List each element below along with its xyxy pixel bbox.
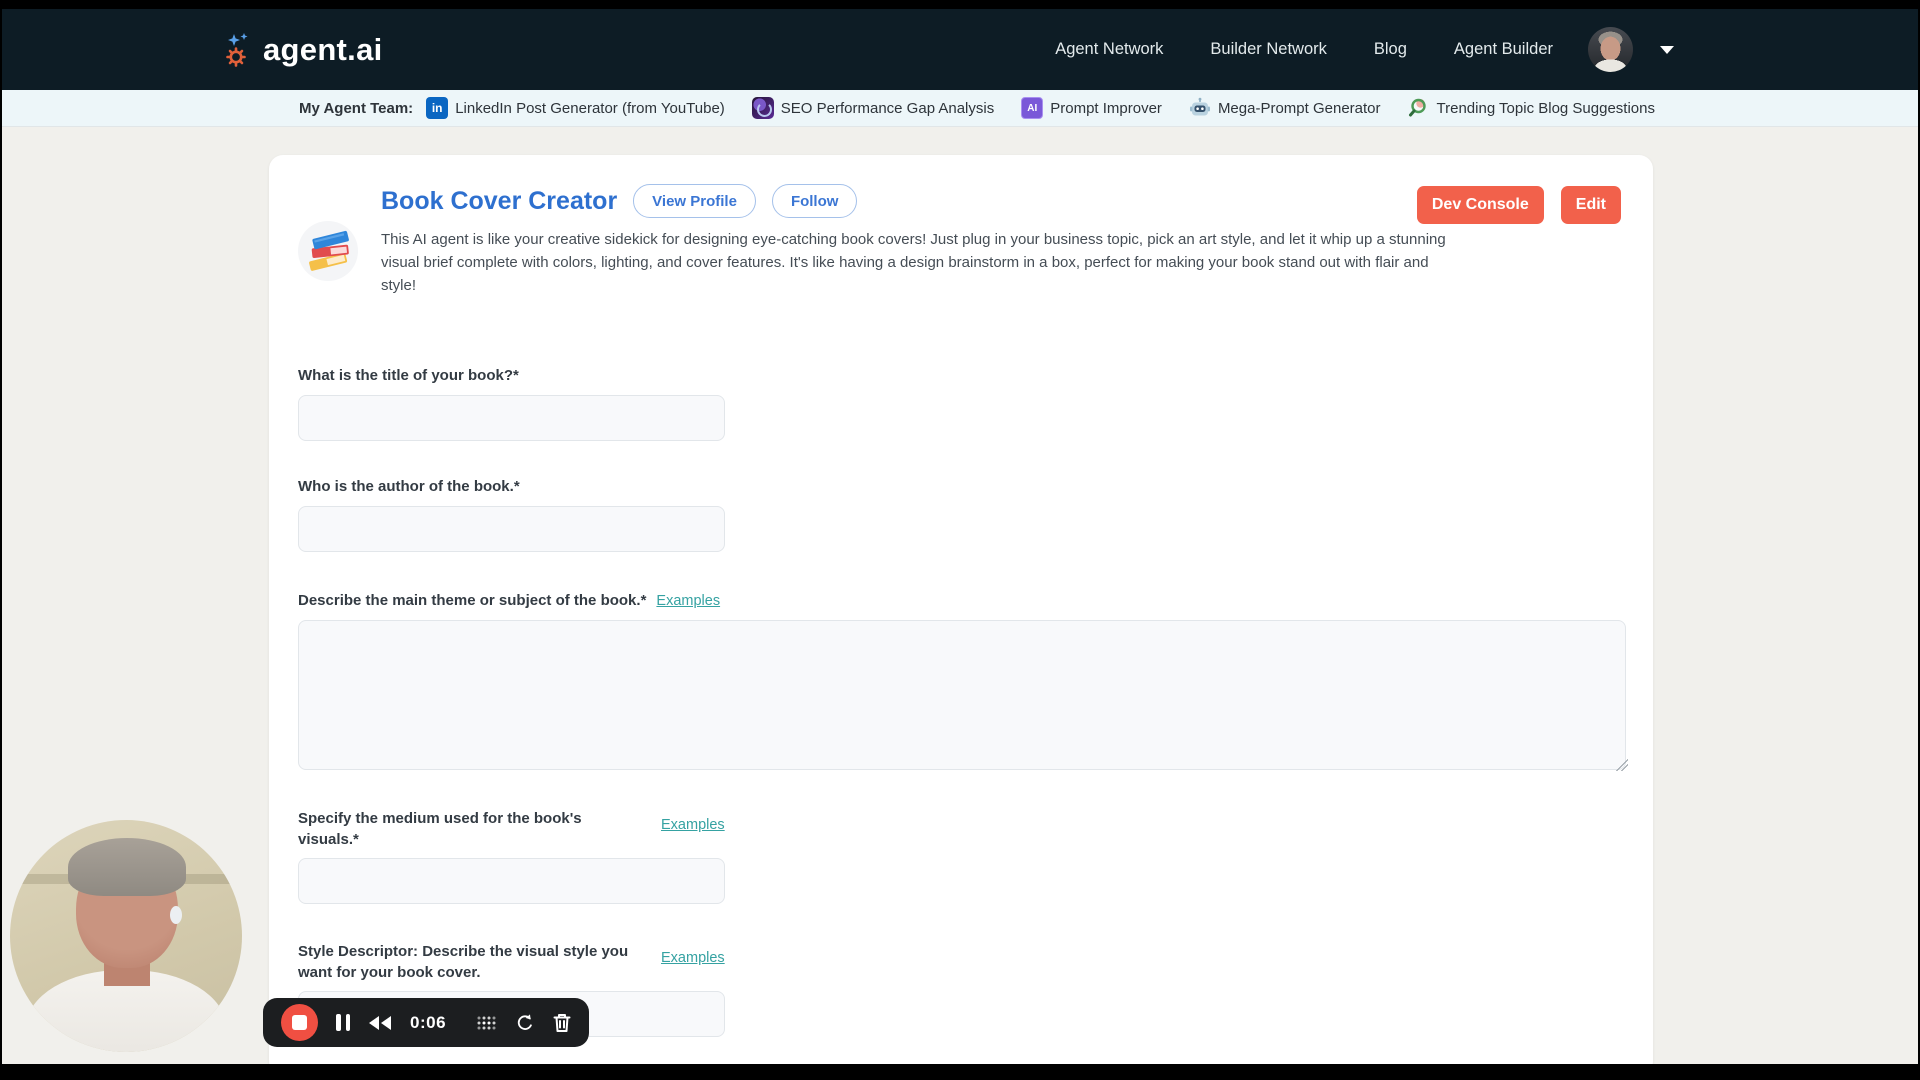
team-item-trending-topic-blog[interactable]: Trending Topic Blog Suggestions: [1408, 97, 1655, 119]
magnifier-icon: [1408, 97, 1430, 119]
field-label-book-title: What is the title of your book?*: [298, 365, 519, 386]
linkedin-icon: in: [426, 97, 448, 119]
trash-icon: [553, 1013, 571, 1033]
tools-grid-button[interactable]: [476, 1015, 497, 1031]
team-item-seo-gap-analysis[interactable]: SEO Performance Gap Analysis: [752, 97, 994, 119]
agent-header: Book Cover Creator View Profile Follow: [381, 181, 857, 221]
team-item-label: Mega-Prompt Generator: [1218, 100, 1381, 117]
edit-button[interactable]: Edit: [1561, 186, 1621, 224]
main-nav: Agent Network Builder Network Blog Agent…: [1055, 40, 1553, 59]
team-item-label: LinkedIn Post Generator (from YouTube): [455, 100, 725, 117]
chevron-down-icon[interactable]: [1660, 46, 1674, 54]
field-label-author: Who is the author of the book.*: [298, 476, 520, 497]
delete-recording-button[interactable]: [553, 1013, 571, 1033]
page-body: Book Cover Creator View Profile Follow D…: [2, 127, 1918, 1064]
team-item-linkedin-post-generator[interactable]: in LinkedIn Post Generator (from YouTube…: [426, 97, 725, 119]
follow-button[interactable]: Follow: [772, 184, 858, 218]
resize-handle[interactable]: [1616, 759, 1628, 771]
agent-team-bar: My Agent Team: in LinkedIn Post Generato…: [2, 90, 1918, 127]
rewind-button[interactable]: [368, 1015, 392, 1031]
agent-ai-logo-icon: [224, 32, 254, 68]
team-item-prompt-improver[interactable]: AI Prompt Improver: [1021, 97, 1162, 119]
agent-card: Book Cover Creator View Profile Follow D…: [269, 155, 1653, 1064]
team-item-label: Trending Topic Blog Suggestions: [1437, 100, 1655, 117]
stop-recording-button[interactable]: [281, 1004, 318, 1041]
field-row-theme: Describe the main theme or subject of th…: [298, 590, 720, 611]
view-profile-button[interactable]: View Profile: [633, 184, 756, 218]
restart-icon: [515, 1013, 535, 1033]
style-examples-link[interactable]: Examples: [661, 950, 725, 966]
robot-icon: [1189, 97, 1211, 119]
team-item-label: Prompt Improver: [1050, 100, 1162, 117]
recording-toolbar: 0:06: [263, 998, 589, 1047]
team-item-mega-prompt-generator[interactable]: Mega-Prompt Generator: [1189, 97, 1381, 119]
field-label-theme: Describe the main theme or subject of th…: [298, 590, 646, 611]
recording-timer: 0:06: [410, 1013, 446, 1033]
books-icon: [303, 226, 353, 276]
agent-title: Book Cover Creator: [381, 187, 617, 216]
agent-team-label: My Agent Team:: [299, 100, 413, 117]
field-label-style-descriptor: Style Descriptor: Describe the visual st…: [298, 941, 648, 983]
dots-grid-icon: [476, 1015, 497, 1031]
agent-books-avatar: [298, 221, 358, 281]
rewind-icon: [368, 1015, 392, 1031]
seo-swirl-icon: [752, 97, 774, 119]
field-label-medium: Specify the medium used for the book's v…: [298, 808, 608, 850]
stop-icon: [292, 1015, 307, 1030]
medium-input[interactable]: [298, 858, 725, 904]
nav-builder-network[interactable]: Builder Network: [1210, 40, 1326, 59]
pause-button[interactable]: [336, 1014, 350, 1031]
user-avatar[interactable]: [1588, 27, 1633, 72]
restart-recording-button[interactable]: [515, 1013, 535, 1033]
author-input[interactable]: [298, 506, 725, 552]
book-title-input[interactable]: [298, 395, 725, 441]
browser-viewport: agent.ai Agent Network Builder Network B…: [2, 9, 1918, 1064]
ai-chip-icon: AI: [1021, 97, 1043, 119]
nav-agent-network[interactable]: Agent Network: [1055, 40, 1163, 59]
agent-team-items: in LinkedIn Post Generator (from YouTube…: [426, 97, 1655, 119]
theme-examples-link[interactable]: Examples: [656, 593, 720, 609]
agent-ai-logo[interactable]: agent.ai: [224, 32, 383, 68]
medium-examples-link[interactable]: Examples: [661, 817, 725, 833]
top-navbar: agent.ai Agent Network Builder Network B…: [2, 9, 1918, 90]
nav-agent-builder[interactable]: Agent Builder: [1454, 40, 1553, 59]
webcam-person-earbud: [170, 906, 182, 924]
team-item-label: SEO Performance Gap Analysis: [781, 100, 994, 117]
webcam-person-hair: [68, 838, 186, 896]
theme-textarea[interactable]: [298, 620, 1626, 770]
agent-ai-logo-text: agent.ai: [263, 32, 383, 68]
agent-admin-actions: Dev Console Edit: [1417, 186, 1621, 224]
video-frame: agent.ai Agent Network Builder Network B…: [0, 0, 1920, 1080]
dev-console-button[interactable]: Dev Console: [1417, 186, 1544, 224]
nav-blog[interactable]: Blog: [1374, 40, 1407, 59]
agent-description: This AI agent is like your creative side…: [381, 228, 1446, 297]
webcam-bubble[interactable]: [10, 820, 242, 1052]
